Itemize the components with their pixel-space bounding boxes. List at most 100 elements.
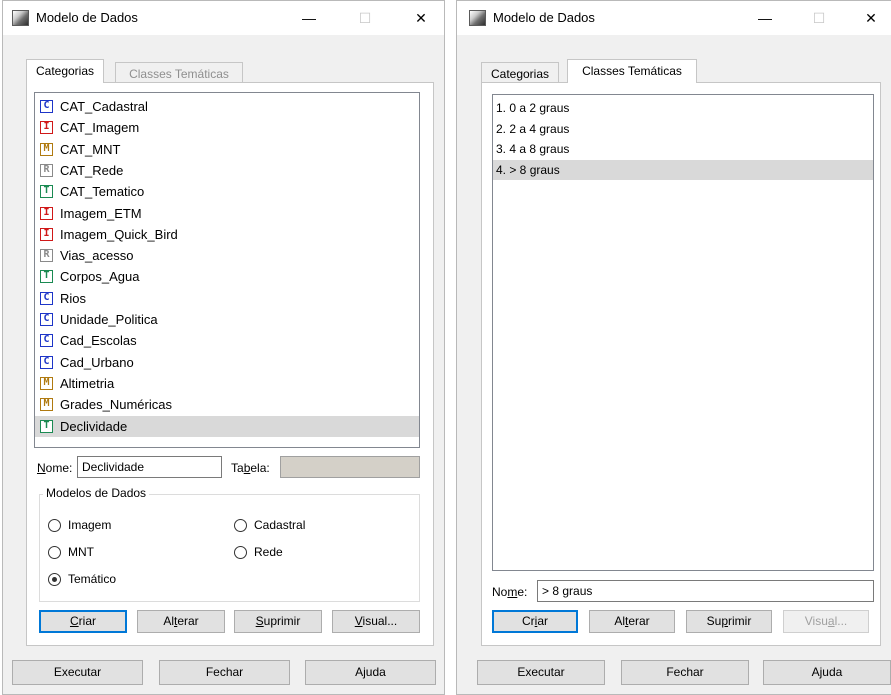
category-type-icon: M [40, 376, 53, 390]
category-type-icon: I [40, 206, 53, 220]
alterar-button[interactable]: Alterar [589, 610, 675, 633]
left-window-title: Modelo de Dados [36, 10, 138, 25]
minimize-icon[interactable]: — [742, 1, 788, 35]
suprimir-button[interactable]: Suprimir [234, 610, 322, 633]
category-item[interactable]: T Corpos_Agua [35, 266, 419, 287]
app-window-icon [12, 10, 29, 26]
category-label: Rios [60, 290, 87, 306]
category-label: CAT_Cadastral [60, 99, 148, 114]
right-window-title: Modelo de Dados [493, 10, 595, 25]
category-type-icon: R [40, 249, 53, 263]
criar-button[interactable]: Criar [492, 610, 578, 633]
tab-categorias[interactable]: Categorias [481, 62, 559, 84]
radio-imagem[interactable]: Imagem [48, 518, 111, 532]
categories-listbox[interactable]: C CAT_Cadastral I CAT_Imagem M CAT_MNT R CAT_Re… [34, 92, 420, 448]
radio-circle-icon [48, 545, 61, 559]
radio-cadastral[interactable]: Cadastral [234, 518, 305, 532]
close-icon[interactable]: ✕ [398, 1, 444, 35]
category-label: Grades_Numéricas [60, 397, 172, 413]
category-label: CAT_Rede [60, 162, 124, 178]
category-item[interactable]: M Altimetria [35, 373, 419, 394]
radio-tematico[interactable]: Temático [48, 572, 116, 586]
radio-checked-icon [48, 572, 61, 586]
category-type-icon: T [40, 270, 53, 284]
category-label: Unidade_Politica [60, 312, 158, 327]
visual-button[interactable]: Visual... [783, 610, 869, 633]
tab-classes-tematicas[interactable]: Classes Temáticas [567, 59, 697, 83]
radio-mnt[interactable]: MNT [48, 545, 94, 559]
visual-button[interactable]: Visual... [332, 610, 420, 633]
executar-button[interactable]: Executar [477, 660, 605, 685]
classes-listbox[interactable]: 1. 0 a 2 graus 2. 2 a 4 graus 3. 4 a 8 gra… [492, 94, 874, 571]
class-item[interactable]: 3. 4 a 8 graus [493, 139, 873, 159]
radio-circle-icon [234, 518, 247, 532]
category-item[interactable]: M CAT_MNT [35, 139, 419, 160]
category-item[interactable]: I Imagem_ETM [35, 203, 419, 224]
maximize-icon[interactable]: ☐ [796, 1, 842, 35]
fechar-button[interactable]: Fechar [621, 660, 749, 685]
category-type-icon: C [40, 291, 53, 305]
category-type-icon: C [40, 313, 53, 326]
radio-circle-icon [234, 545, 247, 559]
category-item[interactable]: I Imagem_Quick_Bird [35, 224, 419, 245]
executar-button[interactable]: Executar [12, 660, 143, 685]
category-label: Cad_Escolas [60, 333, 137, 349]
suprimir-button[interactable]: Suprimir [686, 610, 772, 633]
category-item[interactable]: C CAT_Cadastral [35, 96, 419, 117]
category-label: Declividade [60, 418, 128, 434]
category-item[interactable]: C Cad_Escolas [35, 330, 419, 351]
ajuda-button[interactable]: Ajuda [763, 660, 891, 685]
category-item[interactable]: R CAT_Rede [35, 160, 419, 181]
category-item[interactable]: T Declividade [35, 415, 419, 437]
category-type-icon: T [40, 419, 53, 433]
minimize-icon[interactable]: — [286, 1, 332, 35]
class-item[interactable]: 1. 0 a 2 graus [493, 98, 873, 118]
category-item[interactable]: C Unidade_Politica [35, 309, 419, 330]
category-type-icon: M [40, 142, 53, 156]
criar-button[interactable]: Criar [39, 610, 127, 633]
category-label: CAT_Imagem [60, 120, 140, 136]
close-icon[interactable]: ✕ [848, 1, 891, 35]
category-type-icon: C [40, 355, 53, 369]
category-label: Cad_Urbano [60, 354, 134, 370]
radio-rede[interactable]: Rede [234, 545, 283, 559]
category-item[interactable]: C Rios [35, 288, 419, 309]
category-type-icon: I [40, 121, 53, 135]
category-item[interactable]: M Grades_Numéricas [35, 394, 419, 415]
category-label: Altimetria [60, 375, 115, 391]
maximize-icon[interactable]: ☐ [342, 1, 388, 35]
ajuda-button[interactable]: Ajuda [305, 660, 436, 685]
category-type-icon: C [40, 100, 53, 113]
class-item[interactable]: 2. 2 a 4 graus [493, 119, 873, 139]
category-item[interactable]: T CAT_Tematico [35, 181, 419, 202]
left-dialog-window: Modelo de Dados — ☐ ✕ Categorias Classes… [2, 0, 445, 695]
category-item[interactable]: R Vias_acesso [35, 245, 419, 266]
nome-label: Nome: [492, 585, 528, 599]
tabela-input[interactable] [280, 456, 420, 478]
tabela-label: Tabela: [231, 461, 270, 475]
nome-input[interactable]: > 8 graus [537, 580, 874, 602]
category-label: Corpos_Agua [60, 269, 140, 285]
radio-circle-icon [48, 518, 61, 532]
fechar-button[interactable]: Fechar [159, 660, 290, 685]
category-type-icon: I [40, 227, 53, 241]
category-type-icon: R [40, 163, 53, 177]
right-title-bar[interactable]: Modelo de Dados — ☐ ✕ [457, 1, 891, 35]
nome-input[interactable]: Declividade [77, 456, 222, 478]
modelos-de-dados-title: Modelos de Dados [43, 486, 150, 500]
right-dialog-window: Modelo de Dados — ☐ ✕ Categorias Classes… [456, 0, 891, 695]
category-type-icon: C [40, 334, 53, 348]
category-label: CAT_Tematico [60, 184, 145, 200]
category-label: CAT_MNT [60, 141, 121, 157]
categorias-tab-panel: C CAT_Cadastral I CAT_Imagem M CAT_MNT R CAT_Re… [26, 82, 434, 646]
tab-categorias[interactable]: Categorias [26, 59, 104, 83]
category-label: Imagem_ETM [60, 205, 142, 221]
nome-label: Nome: [37, 461, 73, 475]
category-item[interactable]: I CAT_Imagem [35, 117, 419, 138]
class-item[interactable]: 4. > 8 graus [493, 159, 873, 180]
category-item[interactable]: C Cad_Urbano [35, 352, 419, 373]
tab-classes-tematicas[interactable]: Classes Temáticas [115, 62, 243, 84]
left-title-bar[interactable]: Modelo de Dados — ☐ ✕ [3, 1, 444, 35]
alterar-button[interactable]: Alterar [137, 610, 225, 633]
app-window-icon [469, 10, 486, 26]
